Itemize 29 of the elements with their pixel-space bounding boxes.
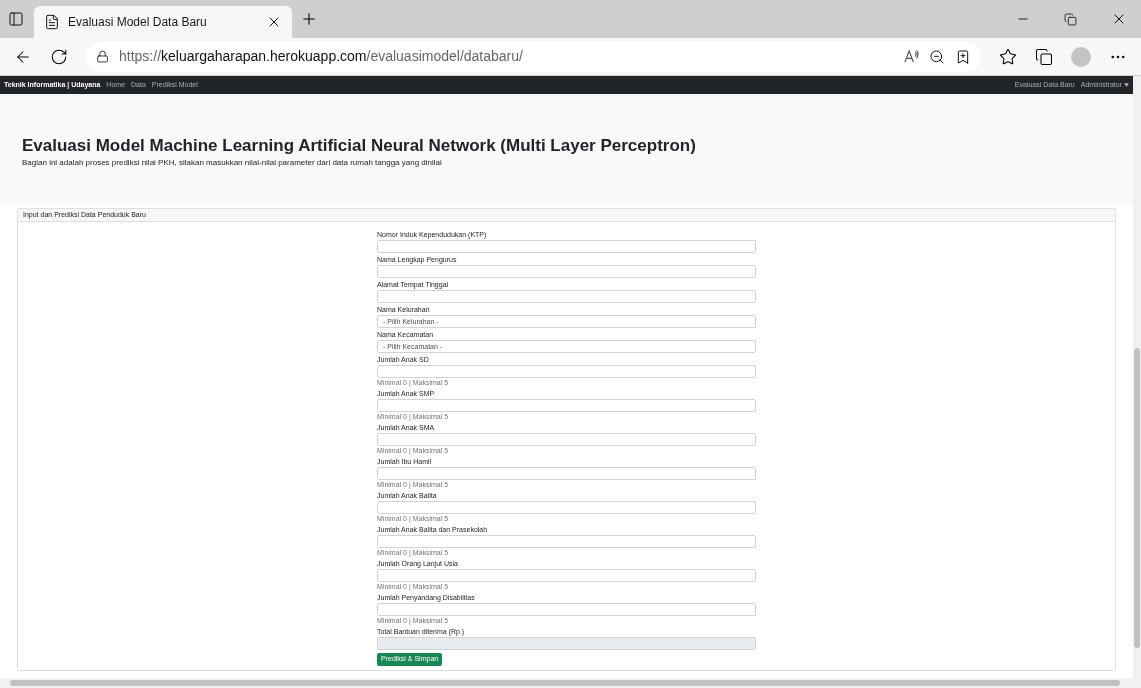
input-field[interactable] bbox=[377, 535, 756, 548]
page-subtitle: Bagian ini adalah proses prediksi nilai PKH, silakan masukkan nilai-nilai parameter dari data rumah tangga yang dinilai bbox=[22, 157, 443, 169]
zoom-icon[interactable] bbox=[929, 48, 945, 65]
add-favorite-icon[interactable] bbox=[955, 48, 971, 65]
collections-icon[interactable] bbox=[1035, 47, 1053, 66]
address-bar[interactable]: https://keluargaharapan.herokuapp.com/evaluasimodel/databaru/ bbox=[86, 41, 981, 72]
read-aloud-icon[interactable] bbox=[904, 49, 919, 64]
lock-icon bbox=[96, 50, 109, 63]
vertical-scrollbar[interactable] bbox=[1133, 76, 1141, 678]
horizontal-scrollbar[interactable] bbox=[0, 678, 1141, 688]
favorites-icon[interactable] bbox=[999, 47, 1017, 66]
page-title: Evaluasi Model Machine Learning Artificial Neural Network (Multi Layer Perceptron) bbox=[22, 135, 697, 157]
input-field[interactable] bbox=[377, 290, 756, 303]
dropdown-caret-icon[interactable] bbox=[1124, 83, 1129, 87]
browser-tab[interactable]: Evaluasi Model Data Baru bbox=[34, 6, 292, 38]
page-icon[interactable] bbox=[44, 14, 60, 30]
reload-icon[interactable] bbox=[50, 47, 68, 66]
input-field[interactable] bbox=[377, 240, 756, 253]
input-field[interactable] bbox=[377, 265, 756, 278]
tab-actions-icon[interactable] bbox=[8, 11, 24, 27]
input-field[interactable] bbox=[377, 603, 756, 616]
input-field[interactable] bbox=[377, 433, 756, 446]
input-field[interactable] bbox=[377, 399, 756, 412]
input-field[interactable] bbox=[377, 501, 756, 514]
input-field[interactable] bbox=[377, 365, 756, 378]
restore-icon[interactable] bbox=[1064, 12, 1077, 26]
input-field[interactable] bbox=[377, 569, 756, 582]
input-field[interactable] bbox=[377, 467, 756, 480]
new-tab-icon[interactable] bbox=[300, 10, 318, 28]
